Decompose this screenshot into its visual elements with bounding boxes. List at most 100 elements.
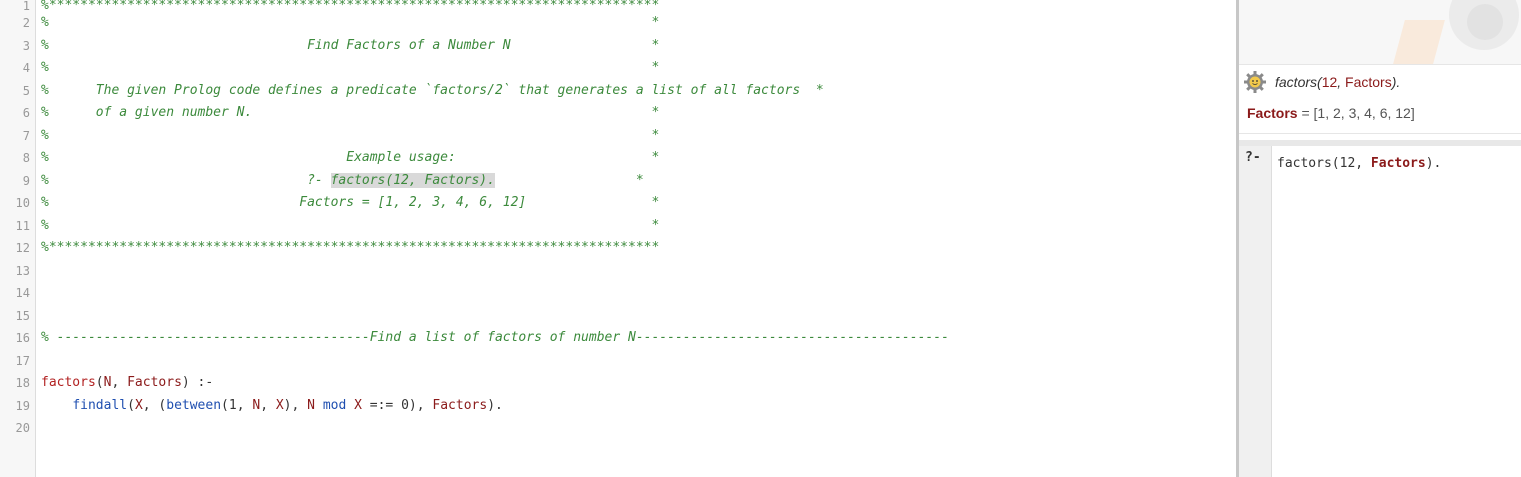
query-input[interactable]: factors(12, Factors). — [1277, 156, 1441, 171]
code-line[interactable]: 19 findall(X, (between(1, N, X), N mod X… — [0, 395, 1236, 418]
code-token: % Factors = [1, 2, 3, 4, 6, 12] * — [41, 195, 660, 210]
code-token: ) :- — [181, 375, 214, 390]
answer-query-end: ). — [1391, 74, 1401, 90]
answer-query-text: factors(12, Factors). — [1275, 74, 1400, 90]
code-line[interactable]: 18 factors(N, Factors) :- — [0, 372, 1236, 395]
code-text: % Factors = [1, 2, 3, 4, 6, 12] * — [41, 192, 659, 215]
answer-box: factors(12, Factors). Factors = [1, 2, 3… — [1239, 64, 1521, 134]
code-token: 1 — [228, 397, 237, 413]
code-token: findall — [72, 397, 128, 413]
code-token: % * — [41, 217, 660, 233]
code-text: % Find Factors of a Number N * — [41, 35, 659, 58]
answer-result: Factors = [1, 2, 3, 4, 6, 12] — [1247, 105, 1415, 121]
code-line[interactable]: 8 % Example usage: * — [0, 147, 1236, 170]
query-gutter: ?- — [1239, 146, 1272, 477]
code-token: * — [494, 172, 644, 188]
code-token: factors(12, Factors). — [330, 172, 495, 188]
query-input-end: ). — [1425, 156, 1442, 171]
line-number: 17 — [15, 353, 30, 368]
code-token: ), — [283, 397, 308, 413]
answer-query-row[interactable]: factors(12, Factors). — [1243, 67, 1517, 97]
answer-query-var: Factors — [1345, 74, 1392, 90]
line-number: 9 — [22, 173, 30, 188]
code-text: findall(X, (between(1, N, X), N mod X =:… — [41, 395, 503, 418]
code-line[interactable]: 17 — [0, 350, 1236, 373]
line-number: 15 — [15, 308, 30, 323]
query-input-var: Factors — [1370, 156, 1426, 171]
code-token: % The given Prolog code defines a predic… — [41, 82, 824, 98]
code-text: % * — [41, 57, 659, 80]
code-token: % of a given number N. * — [41, 105, 660, 120]
line-number: 2 — [22, 16, 30, 30]
line-number: 4 — [22, 61, 30, 75]
code-line[interactable]: 14 — [0, 282, 1236, 305]
code-token: Factors — [127, 375, 182, 390]
code-line[interactable]: 5 % The given Prolog code defines a predi… — [0, 80, 1236, 103]
code-line[interactable]: 4 % * — [0, 57, 1236, 80]
code-text: % of a given number N. * — [41, 102, 659, 125]
code-text: %***************************************… — [41, 237, 659, 260]
code-text: % --------------------------------------… — [41, 327, 949, 350]
logo-eye — [1467, 4, 1503, 40]
result-value: [1, 2, 3, 4, 6, 12] — [1313, 105, 1415, 121]
line-number: 6 — [22, 106, 30, 120]
code-token: Factors — [432, 397, 488, 413]
line-number: 10 — [15, 196, 30, 210]
code-line[interactable]: 9 % ?- factors(12, Factors). * — [0, 170, 1236, 193]
code-token: between — [166, 397, 222, 413]
code-token: N — [252, 397, 261, 413]
code-text: % The given Prolog code defines a predic… — [41, 80, 824, 103]
code-token: X — [354, 397, 362, 413]
code-token: , — [260, 397, 276, 413]
code-line[interactable]: 6 % of a given number N. * — [0, 102, 1236, 125]
code-line[interactable]: 12 %*************************************… — [0, 237, 1236, 260]
code-token: ( — [221, 397, 229, 413]
code-token: ( — [127, 397, 135, 413]
query-editor[interactable]: ?- factors(12, Factors). — [1239, 146, 1521, 477]
query-prompt: ?- — [1245, 150, 1261, 165]
code-line[interactable]: 1 %**************************************… — [0, 0, 1236, 12]
code-line[interactable]: 13 — [0, 260, 1236, 283]
logo-banner — [1239, 0, 1521, 64]
code-token: % * — [41, 60, 660, 75]
answer-query-fn: factors( — [1275, 74, 1322, 90]
code-token: ). — [487, 397, 503, 413]
code-lines[interactable]: 1 %**************************************… — [0, 0, 1236, 440]
code-token: , ( — [142, 397, 167, 413]
answer-query-num: 12 — [1321, 74, 1338, 90]
line-number: 12 — [15, 241, 30, 255]
line-number: 13 — [15, 263, 30, 278]
line-number: 11 — [15, 218, 30, 233]
code-line[interactable]: 20 — [0, 417, 1236, 440]
line-number: 5 — [22, 83, 30, 98]
code-token: % ?- — [41, 172, 331, 188]
line-number: 14 — [15, 286, 30, 300]
code-token: mod — [322, 397, 347, 413]
code-text: % Example usage: * — [41, 147, 659, 170]
code-token: , — [111, 375, 128, 390]
code-line[interactable]: 15 — [0, 305, 1236, 328]
code-line[interactable]: 2 % * — [0, 12, 1236, 35]
line-number: 1 — [22, 0, 30, 13]
code-token: % Find Factors of a Number N * — [41, 37, 660, 53]
code-token: N — [307, 397, 315, 413]
result-eq: = — [1297, 105, 1314, 121]
code-line[interactable]: 16 % ------------------------------------… — [0, 327, 1236, 350]
code-text: % * — [41, 215, 659, 238]
gear-icon[interactable] — [1243, 70, 1267, 94]
logo-shape — [1393, 20, 1445, 64]
code-line[interactable]: 11 % * — [0, 215, 1236, 238]
code-token: X — [275, 397, 284, 413]
code-editor[interactable]: 1 %**************************************… — [0, 0, 1236, 477]
result-var: Factors — [1247, 105, 1298, 121]
code-line[interactable]: 7 % * — [0, 125, 1236, 148]
code-token: ( — [95, 375, 104, 390]
code-token: ), — [408, 397, 433, 413]
code-token: X — [134, 397, 143, 413]
query-panel: factors(12, Factors). Factors = [1, 2, 3… — [1239, 0, 1521, 477]
code-token: % * — [41, 15, 660, 30]
code-line[interactable]: 10 % Factors = [1, 2, 3, 4, 6, 12] * — [0, 192, 1236, 215]
code-text: % * — [41, 12, 659, 35]
code-line[interactable]: 3 % Find Factors of a Number N * — [0, 35, 1236, 58]
